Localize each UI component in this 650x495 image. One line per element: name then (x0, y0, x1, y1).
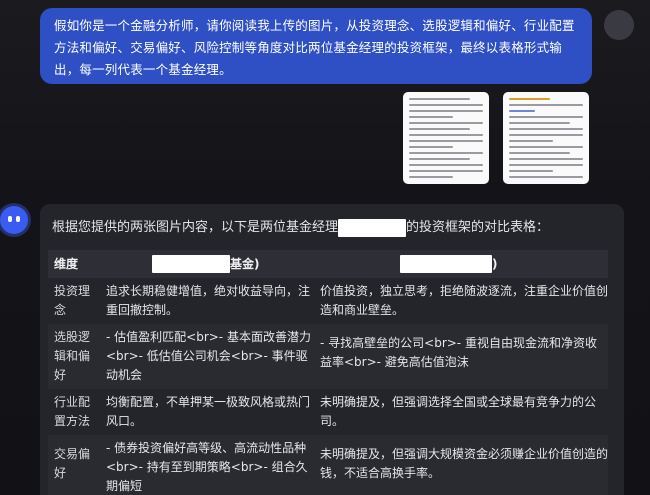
redacted-name (338, 218, 407, 237)
attached-image-1[interactable] (403, 92, 489, 184)
row-dimension: 投资理念 (54, 284, 91, 317)
intro-before: 根据您提供的两张图片内容，以下是两位基金经理 (52, 220, 339, 235)
redacted-manager-1 (152, 255, 230, 273)
assistant-intro-text: 根据您提供的两张图片内容，以下是两位基金经理 的投资框架的对比表格： (52, 218, 549, 238)
user-message-bubble: 假如你是一个金融分析师，请你阅读我上传的图片，从投资理念、选股逻辑和偏好、行业配… (40, 8, 592, 84)
row-manager-1: 追求长期稳健增值，绝对收益导向，注重回撤控制。 (106, 284, 311, 317)
user-avatar[interactable] (604, 10, 634, 40)
intro-after: 的投资框架的对比表格： (406, 220, 550, 235)
row-dimension: 交易偏好 (48, 435, 100, 495)
row-manager-2: 未明确提及，但强调大规模资金必须赚企业价值创造的钱，不适合高换手率。 (312, 435, 608, 495)
table-header-row: 维度 基金) ) (48, 250, 608, 278)
assistant-avatar-icon (0, 206, 28, 234)
header-manager-1-suffix: 基金) (230, 256, 260, 271)
table-row: 投资理念 追求长期稳健增值，绝对收益导向，注重回撤控制。 价值投资，独立思考，拒… (48, 278, 608, 324)
row-manager-1: - 债券投资偏好高等级、高流动性品种<br>- 持有至到期策略<br>- 组合久… (100, 435, 312, 495)
header-manager-2-suffix: ) (492, 256, 498, 271)
attached-image-2[interactable] (503, 92, 589, 184)
row-manager-1: 均衡配置，不单押某一极致风格或热门风口。 (106, 395, 311, 428)
row-manager-2: 未明确提及，但强调选择全国或全球最有竞争力的公司。 (320, 395, 597, 428)
row-manager-2: - 寻找高壁垒的公司<br>- 重视自由现金流和净资收益率<br>- 避免高估值… (312, 324, 608, 389)
chat-window: 假如你是一个金融分析师，请你阅读我上传的图片，从投资理念、选股逻辑和偏好、行业配… (0, 0, 650, 495)
table-row: 行业配置方法 均衡配置，不单押某一极致风格或热门风口。 未明确提及，但强调选择全… (48, 389, 608, 435)
comparison-table: 维度 基金) ) 投资理念 追求长期稳健增值，绝对收益导向，注重回撤控制。 价值… (48, 250, 608, 495)
redacted-manager-2 (400, 255, 492, 273)
header-dimension: 维度 (48, 250, 100, 278)
table-row: 选股逻辑和偏好 - 估值盈利匹配<br>- 基本面改善潜力<br>- 低估值公司… (48, 324, 608, 389)
row-dimension: 行业配置方法 (54, 395, 91, 428)
table-row: 交易偏好 - 债券投资偏好高等级、高流动性品种<br>- 持有至到期策略<br>… (48, 435, 608, 495)
row-manager-1: - 估值盈利匹配<br>- 基本面改善潜力<br>- 低估值公司机会<br>- … (100, 324, 312, 389)
row-dimension: 选股逻辑和偏好 (48, 324, 100, 389)
user-message-text: 假如你是一个金融分析师，请你阅读我上传的图片，从投资理念、选股逻辑和偏好、行业配… (54, 18, 575, 77)
header-manager-1: 基金) (100, 250, 312, 278)
row-manager-2: 价值投资，独立思考，拒绝随波逐流，注重企业价值创造和商业壁垒。 (320, 284, 609, 317)
header-manager-2: ) (312, 250, 608, 278)
